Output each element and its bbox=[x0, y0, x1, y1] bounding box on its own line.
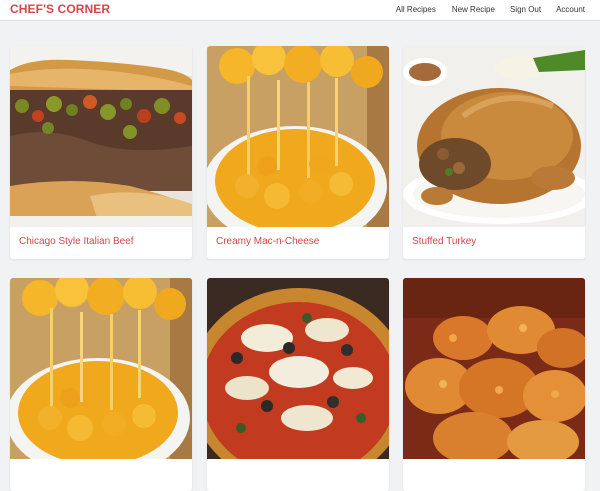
recipe-title[interactable] bbox=[403, 459, 585, 491]
recipe-title[interactable] bbox=[10, 459, 192, 491]
brand-logo[interactable]: CHEF'S CORNER bbox=[10, 2, 110, 16]
recipe-title[interactable] bbox=[207, 459, 389, 491]
top-navbar: CHEF'S CORNER All Recipes New Recipe Sig… bbox=[0, 0, 600, 21]
nav-sign-out-link[interactable]: Sign Out bbox=[510, 5, 541, 14]
nav-links: All Recipes New Recipe Sign Out Account bbox=[396, 5, 585, 14]
recipe-card[interactable] bbox=[10, 278, 192, 491]
recipe-photo-pizza bbox=[207, 278, 389, 459]
recipe-photo-stuffed-turkey bbox=[403, 46, 585, 227]
nav-all-recipes-link[interactable]: All Recipes bbox=[396, 5, 436, 14]
nav-new-recipe-link[interactable]: New Recipe bbox=[452, 5, 495, 14]
recipe-card[interactable] bbox=[403, 278, 585, 491]
recipe-photo-fried-chicken bbox=[403, 278, 585, 459]
recipe-card[interactable]: Stuffed Turkey bbox=[403, 46, 585, 259]
nav-account-link[interactable]: Account bbox=[556, 5, 585, 14]
recipe-photo-mac-and-cheese bbox=[10, 278, 192, 459]
recipe-photo-mac-and-cheese bbox=[207, 46, 389, 227]
recipe-photo-italian-beef bbox=[10, 46, 192, 227]
recipe-card[interactable]: Creamy Mac-n-Cheese bbox=[207, 46, 389, 259]
recipe-title[interactable]: Stuffed Turkey bbox=[403, 227, 585, 259]
recipe-title[interactable]: Chicago Style Italian Beef bbox=[10, 227, 192, 259]
recipe-title[interactable]: Creamy Mac-n-Cheese bbox=[207, 227, 389, 259]
recipe-card[interactable] bbox=[207, 278, 389, 491]
recipe-card[interactable]: Chicago Style Italian Beef bbox=[10, 46, 192, 259]
